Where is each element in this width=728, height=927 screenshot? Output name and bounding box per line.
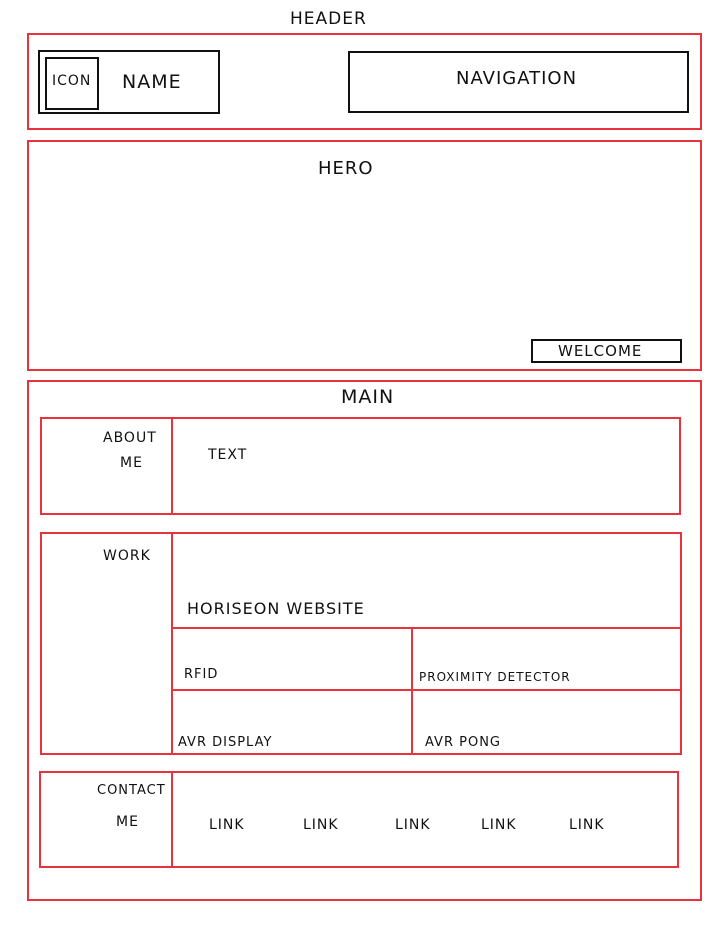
about-me-text: TEXT [208, 447, 248, 463]
contact-link-2[interactable]: LINK [303, 817, 339, 833]
work-divider [171, 532, 173, 755]
main-section-label: MAIN [341, 386, 395, 408]
about-me-divider [171, 417, 173, 515]
work-item-avr-display[interactable]: AVR DISPLAY [178, 735, 272, 750]
header-section-label: HEADER [290, 9, 367, 29]
work-featured-project[interactable]: HORISEON WEBSITE [187, 599, 365, 618]
navigation-label: NAVIGATION [456, 68, 578, 89]
contact-me-divider [171, 771, 173, 868]
name-label: NAME [122, 71, 182, 93]
work-row-divider [171, 689, 682, 691]
icon-label: ICON [52, 73, 92, 89]
work-label: WORK [103, 548, 151, 564]
work-box [40, 532, 682, 755]
contact-link-4[interactable]: LINK [481, 817, 517, 833]
contact-link-1[interactable]: LINK [209, 817, 245, 833]
work-item-proximity-detector[interactable]: PROXIMITY DETECTOR [419, 670, 571, 684]
work-item-rfid[interactable]: RFID [184, 667, 218, 682]
work-item-avr-pong[interactable]: AVR PONG [425, 735, 501, 750]
about-me-label-line1: ABOUT [103, 430, 157, 446]
work-column-divider [411, 627, 413, 755]
contact-me-label-line2: ME [116, 814, 139, 830]
contact-me-label-line1: CONTACT [97, 783, 166, 798]
welcome-label: WELCOME [558, 342, 643, 360]
hero-section-label: HERO [318, 158, 374, 179]
contact-link-3[interactable]: LINK [395, 817, 431, 833]
about-me-label-line2: ME [120, 455, 143, 471]
contact-link-5[interactable]: LINK [569, 817, 605, 833]
work-featured-divider [171, 627, 682, 629]
